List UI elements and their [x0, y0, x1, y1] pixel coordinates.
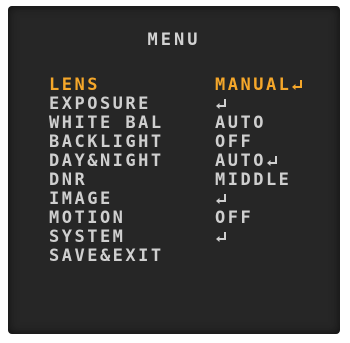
menu-item-white-bal[interactable]: WHITE BAL AUTO — [49, 114, 303, 133]
enter-arrow-icon — [291, 79, 303, 91]
menu-list: LENS MANUAL EXPOSURE WHITE BAL AUTO BACKLI… — [49, 76, 303, 266]
enter-arrow-icon — [215, 231, 227, 243]
menu-item-value: MIDDLE — [215, 170, 292, 190]
menu-item-label: IMAGE — [49, 189, 113, 209]
menu-item-motion[interactable]: MOTION OFF — [49, 209, 303, 228]
enter-arrow-icon — [266, 155, 278, 167]
menu-item-label: SAVE&EXIT — [49, 246, 164, 266]
enter-arrow-icon — [215, 98, 227, 110]
menu-item-label: WHITE BAL — [49, 113, 164, 133]
menu-item-save-exit[interactable]: SAVE&EXIT — [49, 247, 303, 266]
osd-menu-screen: MENU LENS MANUAL EXPOSURE WHITE BAL AUTO B… — [8, 6, 340, 334]
menu-item-value: AUTO — [215, 151, 266, 171]
menu-item-value: OFF — [215, 132, 254, 152]
menu-item-label: LENS — [49, 75, 100, 95]
enter-arrow-icon — [215, 193, 227, 205]
menu-item-system[interactable]: SYSTEM — [49, 228, 303, 247]
menu-title: MENU — [147, 30, 201, 50]
menu-item-label: DAY&NIGHT — [49, 151, 164, 171]
menu-item-label: DNR — [49, 170, 88, 190]
menu-item-backlight[interactable]: BACKLIGHT OFF — [49, 133, 303, 152]
menu-item-label: SYSTEM — [49, 227, 126, 247]
menu-item-label: EXPOSURE — [49, 94, 151, 114]
menu-item-label: MOTION — [49, 208, 126, 228]
menu-item-image[interactable]: IMAGE — [49, 190, 303, 209]
menu-item-label: BACKLIGHT — [49, 132, 164, 152]
menu-item-value: OFF — [215, 208, 254, 228]
menu-item-value: AUTO — [215, 113, 266, 133]
menu-item-day-night[interactable]: DAY&NIGHT AUTO — [49, 152, 303, 171]
menu-item-exposure[interactable]: EXPOSURE — [49, 95, 303, 114]
menu-item-lens[interactable]: LENS MANUAL — [49, 76, 303, 95]
menu-item-value: MANUAL — [215, 75, 292, 95]
menu-item-dnr[interactable]: DNR MIDDLE — [49, 171, 303, 190]
